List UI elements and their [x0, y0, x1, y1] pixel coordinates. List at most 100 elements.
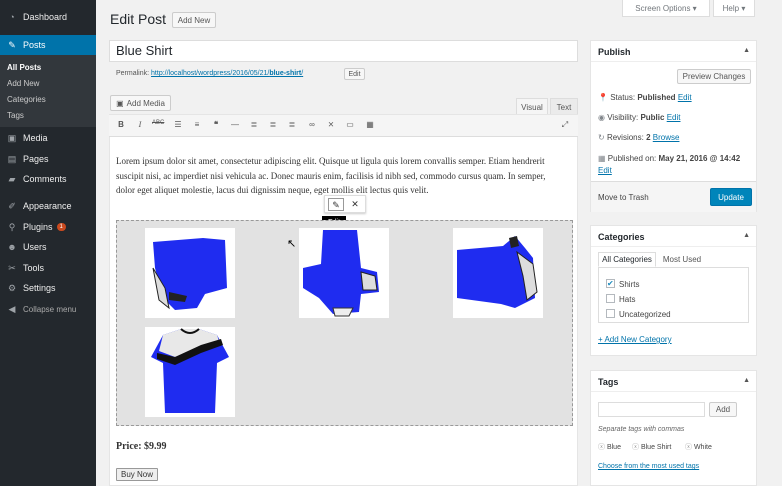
screen-options-button[interactable]: Screen Options ▾ — [622, 0, 710, 17]
tag-input[interactable] — [598, 402, 705, 417]
category-label-shirts: Shirts — [619, 280, 640, 289]
edit-pencil-icon[interactable]: ✎ — [328, 198, 344, 211]
submenu-categories[interactable]: Categories — [7, 95, 46, 104]
settings-icon: ⚙ — [7, 282, 17, 293]
posts-submenu: All Posts Add New Categories Tags — [0, 55, 96, 127]
calendar-icon: ▦ — [598, 154, 606, 163]
visibility-edit-link[interactable]: Edit — [667, 113, 681, 122]
post-content-paragraph[interactable]: Lorem ipsum dolor sit amet, consectetur … — [116, 154, 566, 198]
status-edit-link[interactable]: Edit — [678, 93, 692, 102]
published-edit-link[interactable]: Edit — [598, 166, 612, 175]
menu-dashboard[interactable]: ◔ Dashboard — [0, 7, 96, 27]
dashboard-icon: ◔ — [9, 12, 15, 22]
category-label-hats: Hats — [619, 295, 636, 304]
horizontal-line-icon[interactable]: — — [229, 120, 241, 129]
remove-tag-icon[interactable]: ⓧ — [598, 444, 605, 451]
align-center-icon[interactable]: ≣ — [267, 120, 279, 129]
add-new-category-link[interactable]: + Add New Category — [598, 335, 672, 344]
buy-now-button[interactable]: Buy Now — [116, 468, 158, 481]
align-left-icon[interactable]: ≣ — [248, 120, 260, 129]
appearance-icon: ✐ — [8, 200, 16, 211]
gallery-image-shirt-3[interactable] — [453, 228, 543, 318]
tag-blue: ⓧ Blue — [598, 444, 621, 451]
pages-icon: ▤ — [7, 153, 17, 164]
comments-icon: ▰ — [8, 173, 16, 184]
category-label-uncategorized: Uncategorized — [619, 310, 671, 319]
tools-icon: ✂ — [8, 262, 16, 273]
pin-icon: ✎ — [8, 39, 16, 50]
status-row: 📍 Status: Published Edit — [598, 93, 692, 102]
permalink-edit-button[interactable]: Edit — [344, 68, 365, 80]
read-more-icon[interactable]: ▭ — [344, 120, 356, 129]
permalink: Permalink: http://localhost/wordpress/20… — [116, 70, 304, 77]
checkbox-hats[interactable] — [606, 294, 615, 303]
tab-visual[interactable]: Visual — [516, 98, 548, 115]
toolbar-toggle-icon[interactable]: ▦ — [364, 120, 376, 129]
publish-box: Publish ▲ Preview Changes 📍 Status: Publ… — [590, 40, 757, 212]
tags-toggle-icon[interactable]: ▲ — [743, 377, 750, 384]
publish-toggle-icon[interactable]: ▲ — [743, 47, 750, 54]
gallery-image-shirt-1[interactable] — [145, 228, 235, 318]
bold-icon[interactable]: B — [115, 120, 127, 129]
tags-box: Tags ▲ Add Separate tags with commas ⓧ B… — [590, 370, 757, 486]
tag-white: ⓧ White — [685, 444, 712, 451]
remove-x-icon[interactable]: ✕ — [347, 198, 363, 211]
checkbox-uncategorized[interactable] — [606, 309, 615, 318]
remove-tag-icon[interactable]: ⓧ — [632, 444, 639, 451]
add-media-icon: ▣ — [116, 98, 124, 108]
italic-icon[interactable]: I — [134, 120, 146, 129]
menu-users[interactable]: ☻ Users — [0, 237, 96, 257]
add-new-button[interactable]: Add New — [172, 12, 216, 28]
status-icon: 📍 — [598, 93, 608, 102]
numbered-list-icon[interactable]: ≡ — [191, 120, 203, 129]
checkbox-shirts[interactable]: ✔ — [606, 279, 615, 288]
visibility-eye-icon: ◉ — [598, 113, 605, 122]
link-icon[interactable]: ∞ — [306, 120, 318, 129]
add-tag-button[interactable]: Add — [709, 402, 737, 417]
add-media-button[interactable]: ▣ Add Media — [110, 95, 171, 111]
menu-appearance[interactable]: ✐ Appearance — [0, 196, 96, 216]
revisions-icon: ↻ — [598, 133, 605, 142]
plugins-icon: ⚲ — [8, 221, 16, 232]
collapse-icon: ◀ — [8, 303, 16, 314]
submenu-tags[interactable]: Tags — [7, 111, 24, 120]
publish-title: Publish — [598, 47, 631, 57]
fullscreen-icon[interactable]: ⤢ — [559, 120, 571, 130]
post-title-input[interactable]: Blue Shirt — [109, 40, 578, 62]
users-icon: ☻ — [7, 242, 17, 252]
menu-pages[interactable]: ▤ Pages — [0, 149, 96, 169]
choose-most-used-tags-link[interactable]: Choose from the most used tags — [598, 463, 699, 470]
menu-posts[interactable]: ✎ Posts — [0, 35, 96, 55]
tab-most-used[interactable]: Most Used — [659, 252, 705, 267]
gallery-image-shirt-2[interactable] — [299, 228, 389, 318]
align-right-icon[interactable]: ≣ — [286, 120, 298, 129]
menu-tools[interactable]: ✂ Tools — [0, 258, 96, 278]
strikethrough-icon[interactable]: ABC — [152, 120, 164, 126]
remove-tag-icon[interactable]: ⓧ — [685, 444, 692, 451]
help-button[interactable]: Help ▾ — [713, 0, 755, 17]
preview-changes-button[interactable]: Preview Changes — [677, 69, 751, 84]
page-title: Edit Post — [110, 11, 167, 27]
collapse-menu[interactable]: ◀ Collapse menu — [0, 299, 96, 319]
blockquote-icon[interactable]: ❝ — [210, 120, 222, 129]
revisions-browse-link[interactable]: Browse — [653, 133, 680, 142]
submenu-all-posts[interactable]: All Posts — [7, 63, 41, 72]
price-text: Price: $9.99 — [116, 441, 167, 452]
gallery-image-shirt-4[interactable] — [145, 327, 235, 417]
tab-all-categories[interactable]: All Categories — [598, 252, 656, 267]
menu-comments[interactable]: ▰ Comments — [0, 169, 96, 189]
revisions-row: ↻ Revisions: 2 Browse — [598, 133, 680, 142]
categories-toggle-icon[interactable]: ▲ — [743, 232, 750, 239]
tab-text[interactable]: Text — [550, 98, 578, 115]
menu-plugins[interactable]: ⚲ Plugins 1 — [0, 217, 96, 237]
bullet-list-icon[interactable]: ☰ — [172, 120, 184, 129]
categories-box: Categories ▲ All Categories Most Used ✔ … — [590, 225, 757, 356]
admin-sidebar: ◔ Dashboard ✎ Posts All Posts Add New Cate… — [0, 0, 96, 486]
unlink-icon[interactable]: ⨯ — [325, 120, 337, 129]
submenu-add-new[interactable]: Add New — [7, 79, 39, 88]
menu-settings[interactable]: ⚙ Settings — [0, 278, 96, 298]
update-button[interactable]: Update — [710, 188, 752, 206]
menu-media[interactable]: ▣ Media — [0, 128, 96, 148]
move-to-trash-link[interactable]: Move to Trash — [598, 193, 649, 202]
permalink-link[interactable]: http://localhost/wordpress/2016/05/21/bl… — [151, 70, 303, 77]
